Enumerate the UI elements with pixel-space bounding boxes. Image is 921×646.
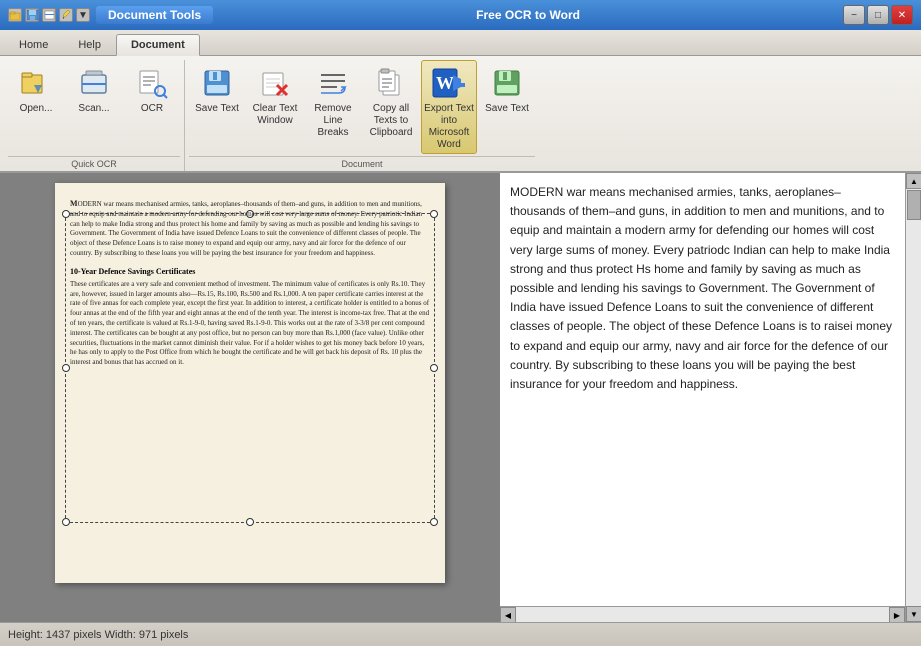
scan-label: Scan... (78, 103, 109, 115)
quick-ocr-buttons: Open... Scan... (8, 60, 180, 154)
toolbar-icon-pencil[interactable] (59, 8, 73, 22)
handle-ml[interactable] (62, 364, 70, 372)
tab-help[interactable]: Help (63, 34, 116, 55)
ocr-button[interactable]: OCR (124, 60, 180, 124)
document-buttons: Save Text Clear Text Window (189, 60, 535, 154)
main-content: MODERN war means mechanised armies, tank… (0, 173, 921, 622)
copy-clipboard-button[interactable]: Copy all Texts to Clipboard (363, 60, 419, 142)
close-button[interactable]: ✕ (891, 5, 913, 25)
handle-mr[interactable] (430, 364, 438, 372)
toolbar-icons: ▼ (8, 8, 90, 22)
save-text-button[interactable]: Save Text (189, 60, 245, 124)
clear-window-button[interactable]: Clear Text Window (247, 60, 303, 130)
handle-bm[interactable] (246, 518, 254, 526)
open-button[interactable]: Open... (8, 60, 64, 124)
window-controls: − □ ✕ (843, 5, 913, 25)
document-text-content: MODERN war means mechanised armies, tank… (70, 198, 430, 368)
right-content-wrapper: MODERN war means mechanised armies, tank… (500, 173, 921, 622)
left-panel[interactable]: MODERN war means mechanised armies, tank… (0, 173, 500, 622)
quick-ocr-group-label: Quick OCR (8, 156, 180, 169)
save-text-label: Save Text (195, 103, 239, 115)
handle-bl[interactable] (62, 518, 70, 526)
toolbar-icon-scan[interactable] (42, 8, 56, 22)
export-word-button[interactable]: W Export Text into Microsoft Word (421, 60, 477, 154)
copy-clipboard-icon (373, 65, 409, 101)
copy-clipboard-label: Copy all Texts to Clipboard (366, 103, 416, 139)
doc-body: These certificates are a very safe and c… (70, 280, 430, 368)
group-document: Save Text Clear Text Window (185, 60, 539, 171)
remove-breaks-icon (315, 65, 351, 101)
document-tools-label: Document Tools (96, 6, 213, 24)
status-text: Height: 1437 pixels Width: 971 pixels (8, 629, 188, 641)
ribbon: Open... Scan... (0, 56, 921, 173)
right-panel: MODERN war means mechanised armies, tank… (500, 173, 905, 622)
doc-para-1: MODERN war means mechanised armies, tank… (70, 198, 430, 259)
ocr-label: OCR (141, 103, 163, 115)
v-scroll-thumb[interactable] (907, 190, 921, 220)
save-text2-icon (489, 65, 525, 101)
toolbar-icon-save[interactable] (25, 8, 39, 22)
handle-tl[interactable] (62, 210, 70, 218)
document-group-label: Document (189, 156, 535, 169)
document-page: MODERN war means mechanised armies, tank… (55, 183, 445, 583)
save-text2-button[interactable]: Save Text (479, 60, 535, 124)
scan-icon (76, 65, 112, 101)
save-text-icon (199, 65, 235, 101)
minimize-button[interactable]: − (843, 5, 865, 25)
title-bar-left: ▼ Document Tools (8, 6, 213, 24)
handle-tr[interactable] (430, 210, 438, 218)
tab-home[interactable]: Home (4, 34, 63, 55)
scroll-left-button[interactable]: ◀ (500, 607, 516, 622)
doc-heading: 10-Year Defence Savings Certificates (70, 267, 430, 276)
v-scroll-track[interactable] (906, 189, 921, 606)
clear-window-label: Clear Text Window (250, 103, 300, 127)
app-title: Free OCR to Word (476, 8, 580, 22)
export-word-icon: W (431, 65, 467, 101)
tab-document[interactable]: Document (116, 34, 200, 56)
remove-breaks-button[interactable]: Remove Line Breaks (305, 60, 361, 142)
svg-text:W: W (436, 73, 454, 93)
save-text2-label: Save Text (485, 103, 529, 115)
h-scroll-track[interactable] (516, 607, 889, 622)
remove-breaks-label: Remove Line Breaks (308, 103, 358, 139)
scan-button[interactable]: Scan... (66, 60, 122, 124)
clear-window-icon (257, 65, 293, 101)
scroll-down-button[interactable]: ▼ (906, 606, 921, 622)
horizontal-scrollbar[interactable]: ◀ ▶ (500, 606, 905, 622)
scroll-up-button[interactable]: ▲ (906, 173, 921, 189)
group-quick-ocr: Open... Scan... (4, 60, 185, 171)
export-word-label: Export Text into Microsoft Word (424, 103, 474, 151)
handle-br[interactable] (430, 518, 438, 526)
maximize-button[interactable]: □ (867, 5, 889, 25)
scroll-right-button[interactable]: ▶ (889, 607, 905, 622)
vertical-scrollbar[interactable]: ▲ ▼ (905, 173, 921, 622)
toolbar-icon-arrow[interactable]: ▼ (76, 8, 90, 22)
status-bar: Height: 1437 pixels Width: 971 pixels (0, 622, 921, 646)
extracted-text: MODERN war means mechanised armies, tank… (510, 183, 895, 394)
ocr-icon (134, 65, 170, 101)
extracted-text-area[interactable]: MODERN war means mechanised armies, tank… (500, 173, 905, 606)
ribbon-tabs: Home Help Document (0, 30, 921, 56)
title-bar: ▼ Document Tools Free OCR to Word − □ ✕ (0, 0, 921, 30)
open-icon (18, 65, 54, 101)
toolbar-icon-folder[interactable] (8, 8, 22, 22)
open-label: Open... (20, 103, 53, 115)
